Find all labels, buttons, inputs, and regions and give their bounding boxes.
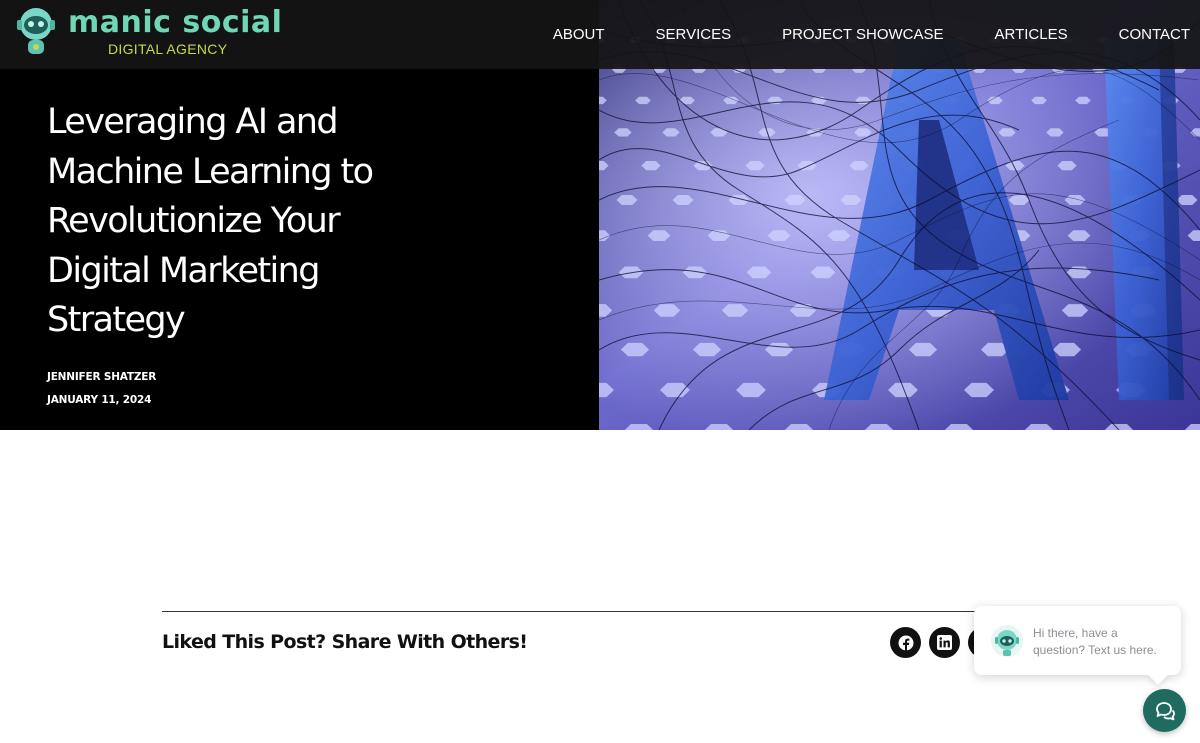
chat-launcher-button[interactable] <box>1143 689 1186 732</box>
linkedin-icon <box>937 635 952 650</box>
share-linkedin-button[interactable] <box>929 627 960 658</box>
post-author[interactable]: JENNIFER SHATZER <box>47 371 156 383</box>
chat-avatar <box>991 625 1023 657</box>
nav-project-showcase[interactable]: PROJECT SHOWCASE <box>782 26 943 43</box>
nav-about[interactable]: ABOUT <box>553 26 605 43</box>
share-facebook-button[interactable] <box>890 627 921 658</box>
chat-prompt-bubble[interactable]: Hi there, have a question? Text us here. <box>974 606 1181 675</box>
post-date: JANUARY 11, 2024 <box>47 394 152 406</box>
chat-message: Hi there, have a question? Text us here. <box>1033 626 1157 657</box>
share-divider <box>162 611 1038 612</box>
robot-mascot-icon <box>17 8 55 54</box>
nav-contact[interactable]: CONTACT <box>1119 26 1190 43</box>
facebook-icon <box>898 635 913 651</box>
logo-wordmark: manic social <box>68 5 283 40</box>
chat-bubbles-icon <box>1155 701 1175 720</box>
logo[interactable]: manic social DIGITAL AGENCY <box>16 4 282 64</box>
post-title: Leveraging AI and Machine Learning to Re… <box>47 102 374 340</box>
site-header: manic social DIGITAL AGENCY ABOUT SERVIC… <box>0 0 1200 69</box>
logo-tagline: DIGITAL AGENCY <box>108 41 228 57</box>
main-nav: ABOUT SERVICES PROJECT SHOWCASE ARTICLES… <box>502 0 1190 69</box>
robot-mascot-icon <box>995 630 1019 656</box>
nav-services[interactable]: SERVICES <box>656 26 732 43</box>
nav-articles[interactable]: ARTICLES <box>995 26 1068 43</box>
share-heading: Liked This Post? Share With Others! <box>162 631 528 653</box>
